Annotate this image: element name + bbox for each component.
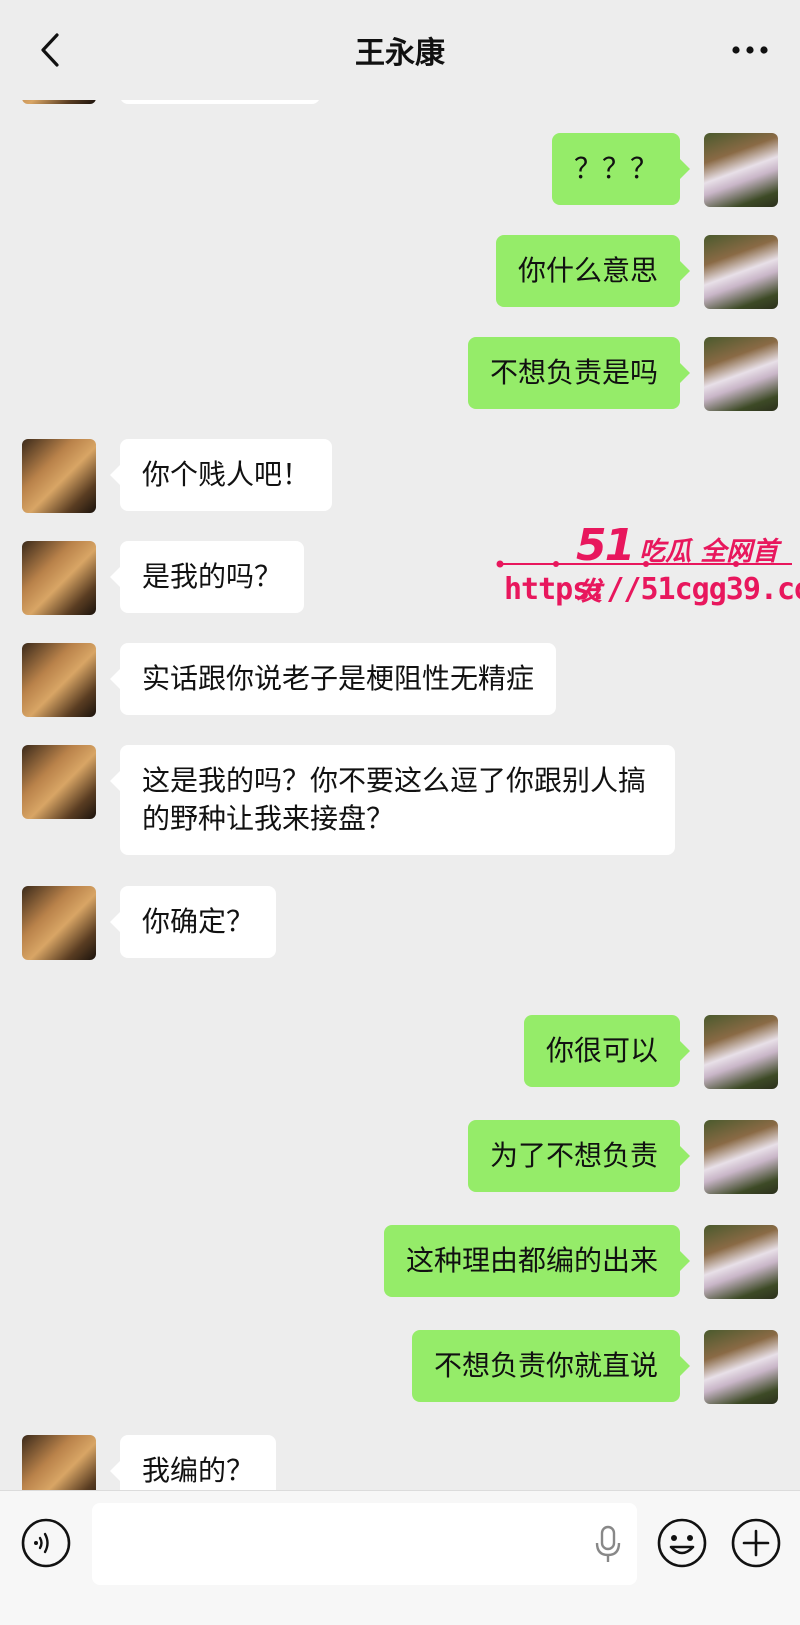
- message-bubble: 你确定？: [109, 886, 277, 958]
- message-bubble: 这是我的吗？你不要这么逗了你跟别人搞的野种让我来接盘？: [110, 745, 675, 855]
- my-avatar[interactable]: [704, 1225, 778, 1299]
- message-bubble: 我编的？: [109, 1435, 277, 1490]
- input-bar: [0, 1490, 800, 1625]
- watermark-circuit-line: [496, 560, 792, 568]
- chevron-left-icon[interactable]: [30, 28, 70, 72]
- contact-avatar[interactable]: [22, 541, 96, 615]
- my-avatar[interactable]: [704, 133, 778, 207]
- message-bubble: ？？？: [551, 133, 691, 205]
- my-avatar[interactable]: [704, 235, 778, 309]
- message-bubble: 不想负责你就直说: [411, 1330, 691, 1402]
- my-avatar[interactable]: [704, 1015, 778, 1089]
- emoji-icon[interactable]: [656, 1517, 708, 1569]
- message-bubble: 你个贱人吧！: [109, 439, 333, 511]
- message-input[interactable]: [92, 1503, 637, 1585]
- contact-avatar[interactable]: [22, 745, 96, 819]
- my-avatar[interactable]: [704, 1120, 778, 1194]
- my-avatar[interactable]: [704, 1330, 778, 1404]
- contact-avatar[interactable]: [22, 886, 96, 960]
- watermark: 51 吃瓜 全网首发 https://51cgg39.com: [496, 520, 800, 610]
- more-dots-icon[interactable]: [728, 30, 772, 70]
- page-title: 王永康: [355, 36, 445, 71]
- contact-avatar[interactable]: [22, 643, 96, 717]
- message-bubble: 你什么意思: [495, 235, 691, 307]
- contact-avatar[interactable]: [22, 439, 96, 513]
- watermark-url: https://51cgg39.com: [504, 572, 800, 607]
- message-bubble: 你很可以: [523, 1015, 691, 1087]
- chat-header: 王永康: [0, 0, 800, 100]
- chat-area[interactable]: ？？？ 你什么意思 不想负责是吗 你个贱人吧！ 是我的吗？ 实话跟你说老子是梗阻…: [0, 0, 800, 1490]
- contact-avatar[interactable]: [22, 1435, 96, 1490]
- message-bubble: 是我的吗？: [109, 541, 305, 613]
- plus-icon[interactable]: [730, 1517, 782, 1569]
- message-bubble: 实话跟你说老子是梗阻性无精症: [109, 643, 557, 715]
- my-avatar[interactable]: [704, 337, 778, 411]
- voice-icon[interactable]: [20, 1517, 72, 1569]
- message-bubble: 不想负责是吗: [467, 337, 691, 409]
- message-bubble: 这种理由都编的出来: [383, 1225, 691, 1297]
- mic-icon[interactable]: [593, 1525, 623, 1565]
- message-bubble: 为了不想负责: [467, 1120, 691, 1192]
